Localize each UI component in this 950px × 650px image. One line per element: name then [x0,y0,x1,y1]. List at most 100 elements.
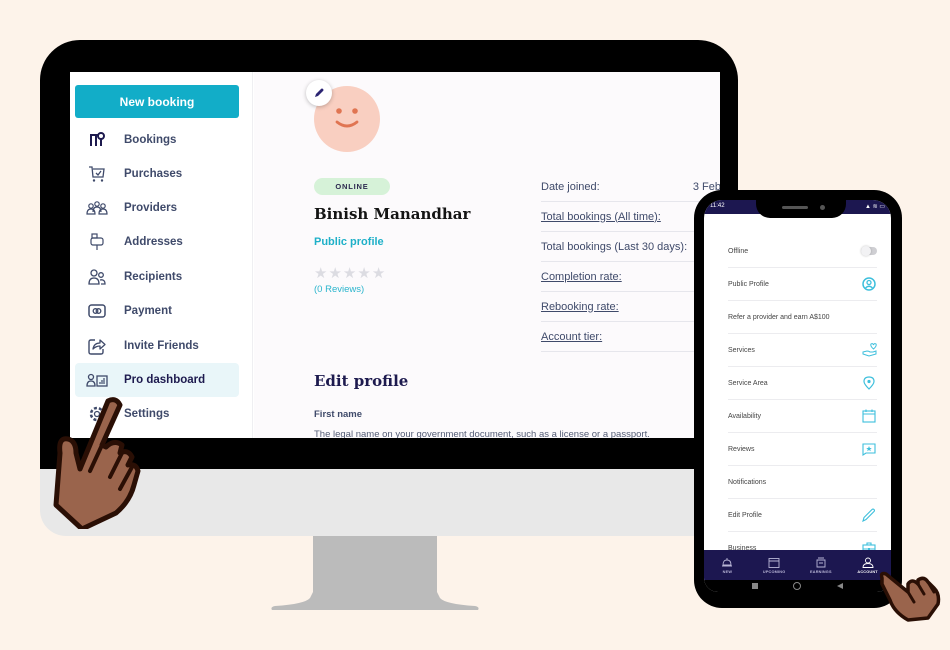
menu-item-label: Availability [728,412,761,420]
tab-label: ACCOUNT [857,569,878,574]
tab-new[interactable]: NEW [704,550,751,580]
sidebar-item-label: Pro dashboard [124,374,206,386]
providers-icon [86,198,108,218]
desktop-screen: New booking Bookings Purchases Providers… [70,72,720,438]
menu-item-offline[interactable]: Offline [728,235,877,268]
sidebar-item-bookings[interactable]: Bookings [75,123,239,157]
sidebar-item-purchases[interactable]: Purchases [75,157,239,191]
sidebar-item-label: Addresses [124,236,183,248]
status-time: 11:42 [710,203,725,209]
menu-item-label: Offline [728,247,749,255]
phone-notch [756,200,846,218]
new-booking-button[interactable]: New booking [75,85,239,118]
account-menu: Offline Public Profile Refer a provider … [728,235,877,565]
menu-item-services[interactable]: Services [728,334,877,367]
sidebar-item-label: Payment [124,305,172,317]
cart-icon [86,164,108,184]
location-pin-icon [861,375,877,391]
reviews-link[interactable]: (0 Reviews) [314,284,364,295]
menu-item-notifications[interactable]: Notifications [728,466,877,499]
stat-label-link[interactable]: Rebooking rate: [541,301,619,313]
status-badge: ONLINE [314,178,390,195]
bell-service-icon [722,557,733,566]
mobile-phone: 11:42 ▲ ≋ ▭ Offline Public Profile Refer… [694,190,902,608]
pointing-hand-icon [879,571,941,622]
profile-circle-icon [861,276,877,292]
speaker [782,206,808,209]
monitor-stand [313,536,437,600]
tab-label: UPCOMING [762,569,786,574]
tab-label: NEW [722,569,733,574]
share-icon [86,336,108,356]
user-icon [862,557,874,568]
edit-profile-heading: Edit profile [314,372,409,390]
menu-item-reviews[interactable]: Reviews [728,433,877,466]
star-rating: ★ ★ ★ ★ ★ [314,266,385,281]
pencil-icon [315,88,324,97]
star-icon: ★ [342,265,357,282]
sidebar-item-pro-dashboard[interactable]: Pro dashboard [75,363,239,397]
menu-item-refer[interactable]: Refer a provider and earn A$100 [728,301,877,334]
star-icon: ★ [328,265,342,282]
stat-label-link[interactable]: Completion rate: [541,271,622,283]
phone-screen: 11:42 ▲ ≋ ▭ Offline Public Profile Refer… [704,200,891,592]
sidebar-item-payment[interactable]: Payment [75,294,239,328]
offline-toggle[interactable] [861,246,877,256]
pro-dashboard-main: ONLINE Binish Manandhar Public profile ★… [254,72,720,438]
bookings-icon [86,130,108,150]
menu-item-public-profile[interactable]: Public Profile [728,268,877,301]
android-nav-bar [704,580,891,592]
stat-label-link[interactable]: Total bookings (All time): [541,211,661,223]
sidebar-item-label: Providers [124,202,178,214]
sidebar-item-invite-friends[interactable]: Invite Friends [75,329,239,363]
sidebar-item-label: Purchases [124,168,183,180]
stat-label: Total bookings (Last 30 days): [541,240,688,253]
star-icon: ★ [314,265,328,282]
first-name-label: First name [314,409,363,420]
pointing-hand-icon [53,397,141,529]
sidebar-item-recipients[interactable]: Recipients [75,260,239,294]
hand-heart-icon [861,342,877,358]
stat-label-link[interactable]: Account tier: [541,331,602,343]
calendar-icon [861,408,877,424]
menu-item-edit-profile[interactable]: Edit Profile [728,499,877,532]
users-icon [86,267,108,287]
menu-item-label: Services [728,346,755,354]
back-button[interactable] [837,583,844,589]
sidebar-item-label: Bookings [124,134,177,146]
menu-item-label: Edit Profile [728,511,762,519]
bottom-tab-bar: NEW UPCOMING EARNINGS ACCOUNT [704,550,891,580]
calendar-icon [768,557,780,568]
recents-button[interactable] [751,583,758,589]
tab-earnings[interactable]: EARNINGS [798,550,845,580]
sidebar: New booking Bookings Purchases Providers… [70,72,253,438]
menu-item-label: Reviews [728,445,755,453]
sidebar-item-providers[interactable]: Providers [75,191,239,225]
home-button[interactable] [793,582,802,590]
sidebar-item-label: Invite Friends [124,340,199,352]
pencil-icon [861,507,877,523]
menu-item-availability[interactable]: Availability [728,400,877,433]
monitor-stand-base [270,592,480,610]
tab-upcoming[interactable]: UPCOMING [751,550,798,580]
status-icons: ▲ ≋ ▭ [865,204,885,210]
stat-row: Date joined: 3 Feb [541,172,720,202]
public-profile-link[interactable]: Public profile [314,236,384,248]
payment-icon [86,301,108,321]
star-message-icon [861,441,877,457]
edit-avatar-button[interactable] [306,80,332,106]
menu-item-label: Public Profile [728,280,769,288]
sidebar-item-addresses[interactable]: Addresses [75,225,239,259]
star-icon: ★ [371,265,386,282]
mailbox-icon [86,232,108,252]
first-name-help-text: The legal name on your government docume… [314,429,650,438]
menu-item-service-area[interactable]: Service Area [728,367,877,400]
menu-item-label: Service Area [728,379,768,387]
stat-label: Date joined: [541,180,600,193]
pro-dashboard-icon [86,370,108,390]
sidebar-item-label: Recipients [124,271,183,283]
register-icon [816,557,826,567]
tab-label: EARNINGS [810,569,832,574]
profile-name: Binish Manandhar [314,205,471,223]
star-icon: ★ [357,265,371,282]
